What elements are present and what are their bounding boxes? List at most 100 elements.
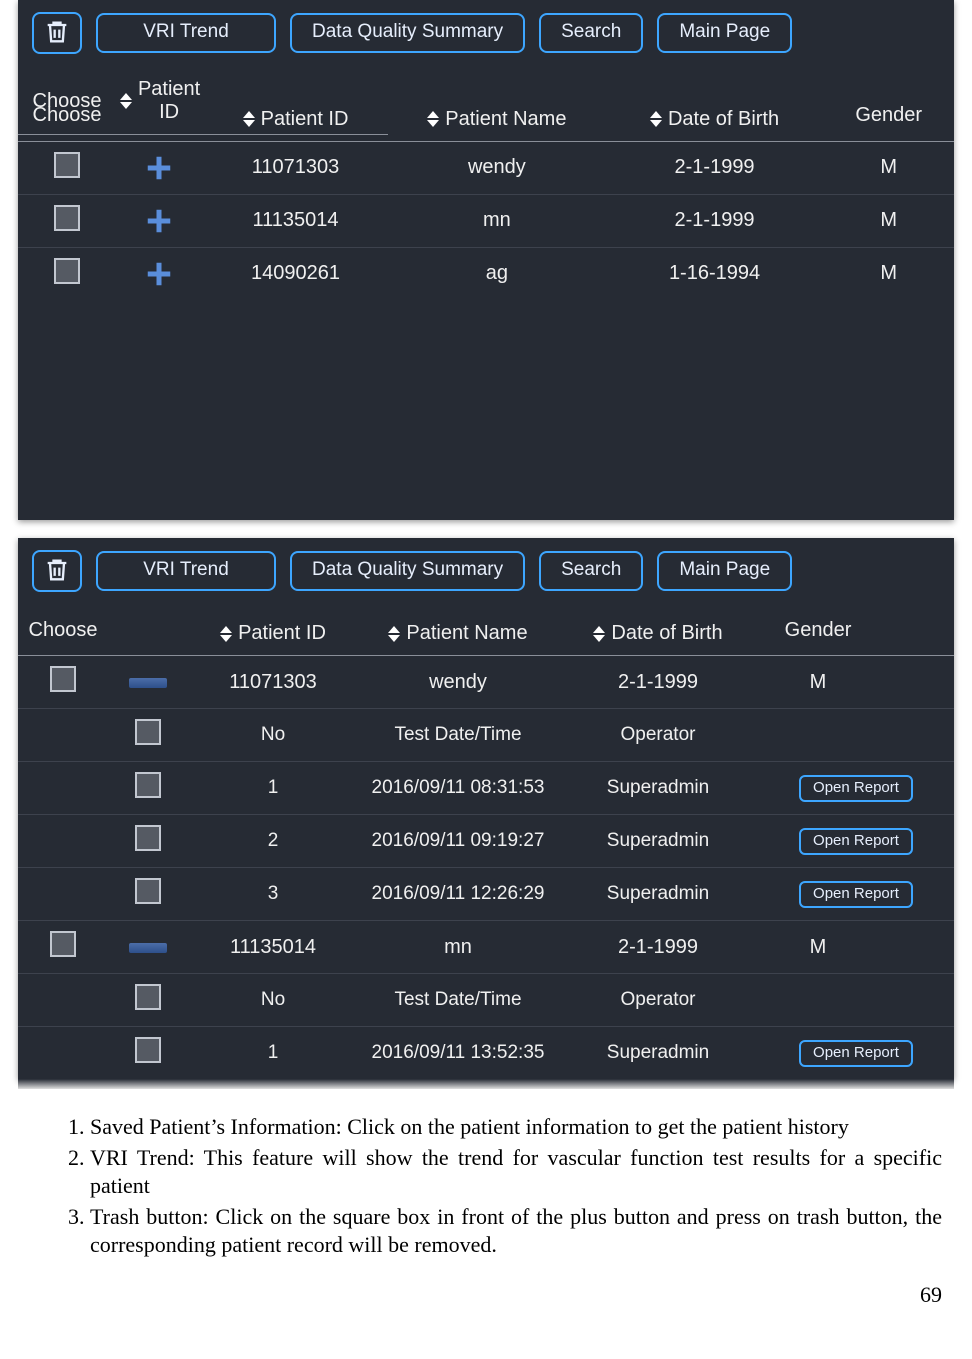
- test-row: 1 2016/09/11 08:31:53 Superadmin Open Re…: [18, 762, 954, 815]
- cell-test-datetime: 2016/09/11 12:26:29: [358, 868, 558, 921]
- collapse-icon[interactable]: [129, 678, 167, 688]
- table-row[interactable]: 11071303 wendy 2-1-1999 M: [18, 656, 954, 709]
- test-row: 3 2016/09/11 12:26:29 Superadmin Open Re…: [18, 868, 954, 921]
- sort-icon: [220, 626, 232, 642]
- expand-icon[interactable]: [120, 153, 199, 183]
- sub-col-datetime: Test Date/Time: [358, 709, 558, 762]
- cell-gender: M: [823, 141, 954, 194]
- row-checkbox[interactable]: [135, 878, 161, 904]
- row-checkbox[interactable]: [135, 719, 161, 745]
- table-row[interactable]: 11135014 mn 2-1-1999 M: [18, 194, 954, 247]
- search-button[interactable]: Search: [539, 13, 643, 53]
- sort-icon: [650, 111, 662, 127]
- cell-test-operator: Superadmin: [558, 815, 758, 868]
- col-dob[interactable]: Date of Birth: [558, 606, 758, 656]
- trash-button[interactable]: [32, 550, 82, 592]
- cell-patient-id: 11071303: [188, 656, 358, 709]
- col-gender: Gender: [823, 91, 954, 141]
- table-row[interactable]: 11135014 mn 2-1-1999 M: [18, 921, 954, 974]
- cell-patient-name: mn: [358, 921, 558, 974]
- open-report-button[interactable]: Open Report: [799, 828, 913, 855]
- trash-icon: [43, 556, 71, 584]
- cell-test-no: 1: [188, 762, 358, 815]
- cell-test-datetime: 2016/09/11 09:19:27: [358, 815, 558, 868]
- panel-fade: [18, 1079, 954, 1089]
- sort-icon: [388, 626, 400, 642]
- test-row: 1 2016/09/11 13:52:35 Superadmin Open Re…: [18, 1027, 954, 1080]
- toolbar: VRI Trend Data Quality Summary Search Ma…: [18, 0, 954, 68]
- sub-col-operator: Operator: [558, 974, 758, 1027]
- row-checkbox[interactable]: [54, 258, 80, 284]
- cell-dob: 2-1-1999: [558, 921, 758, 974]
- row-checkbox[interactable]: [135, 1037, 161, 1063]
- open-report-button[interactable]: Open Report: [799, 1040, 913, 1067]
- expand-icon[interactable]: [120, 206, 199, 236]
- vri-trend-button[interactable]: VRI Trend: [96, 13, 276, 53]
- data-quality-summary-button[interactable]: Data Quality Summary: [290, 13, 525, 53]
- sub-col-no: No: [188, 974, 358, 1027]
- cell-test-no: 1: [188, 1027, 358, 1080]
- cell-patient-name: ag: [388, 247, 606, 300]
- row-checkbox[interactable]: [54, 205, 80, 231]
- cell-test-operator: Superadmin: [558, 1027, 758, 1080]
- sub-header-row: No Test Date/Time Operator: [18, 709, 954, 762]
- col-patient-name[interactable]: Patient Name: [388, 91, 606, 141]
- cell-patient-id: 11135014: [203, 194, 388, 247]
- patient-list-panel-collapsed: VRI Trend Data Quality Summary Search Ma…: [18, 0, 954, 520]
- instruction-item: Saved Patient’s Information: Click on th…: [90, 1113, 942, 1142]
- row-checkbox[interactable]: [135, 984, 161, 1010]
- cell-test-operator: Superadmin: [558, 762, 758, 815]
- cell-test-datetime: 2016/09/11 13:52:35: [358, 1027, 558, 1080]
- sort-icon: [243, 111, 255, 127]
- patient-list-panel-expanded: VRI Trend Data Quality Summary Search Ma…: [18, 538, 954, 1080]
- cell-test-no: 2: [188, 815, 358, 868]
- row-checkbox[interactable]: [135, 825, 161, 851]
- table-header-row: Choose Patient ID Patient Name Date of B…: [18, 606, 954, 656]
- cell-gender: M: [823, 247, 954, 300]
- vri-trend-button[interactable]: VRI Trend: [96, 551, 276, 591]
- table-row[interactable]: 11071303 wendy 2-1-1999 M: [18, 141, 954, 194]
- instruction-item: Trash button: Click on the square box in…: [90, 1203, 942, 1260]
- row-checkbox[interactable]: [50, 931, 76, 957]
- cell-dob: 2-1-1999: [606, 141, 824, 194]
- col-patient-id[interactable]: Patient ID: [203, 91, 388, 141]
- open-report-button[interactable]: Open Report: [799, 775, 913, 802]
- trash-button[interactable]: [32, 12, 82, 54]
- instruction-item: VRI Trend: This feature will show the tr…: [90, 1144, 942, 1201]
- row-checkbox[interactable]: [50, 666, 76, 692]
- sub-header-row: No Test Date/Time Operator: [18, 974, 954, 1027]
- col-dob[interactable]: Date of Birth: [606, 91, 824, 141]
- col-patient-name[interactable]: Patient Name: [358, 606, 558, 656]
- instruction-list: Saved Patient’s Information: Click on th…: [60, 1113, 942, 1260]
- open-report-button[interactable]: Open Report: [799, 881, 913, 908]
- sub-col-no: No: [188, 709, 358, 762]
- col-gender: Gender: [758, 606, 878, 656]
- collapse-icon[interactable]: [129, 943, 167, 953]
- cell-patient-id: 11135014: [188, 921, 358, 974]
- data-quality-summary-button[interactable]: Data Quality Summary: [290, 551, 525, 591]
- cell-dob: 2-1-1999: [558, 656, 758, 709]
- sort-icon: [120, 93, 132, 109]
- cell-patient-name: wendy: [388, 141, 606, 194]
- table-row[interactable]: 14090261 ag 1-16-1994 M: [18, 247, 954, 300]
- test-row: 2 2016/09/11 09:19:27 Superadmin Open Re…: [18, 815, 954, 868]
- main-page-button[interactable]: Main Page: [657, 551, 792, 591]
- row-checkbox[interactable]: [135, 772, 161, 798]
- sort-icon: [427, 111, 439, 127]
- sub-col-operator: Operator: [558, 709, 758, 762]
- main-page-button[interactable]: Main Page: [657, 13, 792, 53]
- cell-dob: 1-16-1994: [606, 247, 824, 300]
- row-checkbox[interactable]: [54, 152, 80, 178]
- cell-patient-name: wendy: [358, 656, 558, 709]
- patient-table-expanded: Choose Patient ID Patient Name Date of B…: [18, 606, 954, 1080]
- sort-icon: [593, 626, 605, 642]
- cell-gender: M: [758, 656, 878, 709]
- cell-gender: M: [823, 194, 954, 247]
- col-patient-id[interactable]: Patient ID: [188, 606, 358, 656]
- cell-patient-id: 14090261: [203, 247, 388, 300]
- col-choose: Choose: [18, 606, 108, 656]
- cell-test-datetime: 2016/09/11 08:31:53: [358, 762, 558, 815]
- search-button[interactable]: Search: [539, 551, 643, 591]
- expand-icon[interactable]: [120, 259, 199, 289]
- sub-col-datetime: Test Date/Time: [358, 974, 558, 1027]
